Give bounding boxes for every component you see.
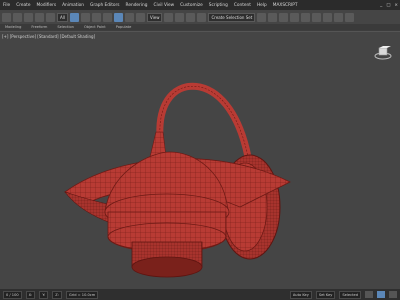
- tab-selection[interactable]: Selection: [52, 25, 79, 29]
- tab-freeform[interactable]: Freeform: [26, 25, 52, 29]
- snap-icon[interactable]: [175, 12, 185, 22]
- menu-create[interactable]: Create: [13, 3, 33, 8]
- menu-modifiers[interactable]: Modifiers: [33, 3, 59, 8]
- material-editor-icon[interactable]: [312, 12, 322, 22]
- rotate-icon[interactable]: [124, 12, 134, 22]
- menu-graph-editors[interactable]: Graph Editors: [87, 3, 123, 8]
- scale-icon[interactable]: [135, 12, 145, 22]
- tab-modeling[interactable]: Modeling: [0, 25, 26, 29]
- lamp-model[interactable]: [0, 32, 400, 290]
- menu-rendering[interactable]: Rendering: [123, 3, 151, 8]
- x-coordinate-field[interactable]: X:: [25, 290, 36, 299]
- render-setup-icon[interactable]: [323, 12, 333, 22]
- menu-bar: File Create Modifiers Animation Graph Ed…: [0, 0, 400, 10]
- align-icon[interactable]: [268, 12, 278, 22]
- status-bar: 0 / 100 X: Y: Z: Grid = 10.0cm Auto Key …: [0, 289, 400, 300]
- tab-object-paint[interactable]: Object Paint: [79, 25, 111, 29]
- auto-key-button[interactable]: Auto Key: [289, 290, 312, 299]
- selection-filter-dropdown[interactable]: All: [57, 12, 68, 22]
- main-toolbar: All View Create Selection Set: [0, 10, 400, 24]
- close-button[interactable]: ×: [392, 3, 400, 8]
- key-filter-dropdown[interactable]: Selected: [339, 290, 361, 299]
- set-key-button[interactable]: Set Key: [315, 290, 336, 299]
- unlink-icon[interactable]: [35, 12, 44, 22]
- menu-scripting[interactable]: Scripting: [206, 3, 231, 8]
- menu-help[interactable]: Help: [254, 3, 270, 8]
- perspective-viewport[interactable]: [+] [Perspective] [Standard] [Default Sh…: [0, 31, 400, 290]
- frame-counter: 0 / 100: [3, 290, 22, 299]
- schematic-icon[interactable]: [301, 12, 311, 22]
- menu-customize[interactable]: Customize: [177, 3, 206, 8]
- redo-icon[interactable]: [13, 12, 22, 22]
- render-icon[interactable]: [345, 12, 355, 22]
- previous-frame-icon[interactable]: [365, 291, 373, 298]
- maximize-button[interactable]: □: [384, 3, 392, 8]
- angle-snap-icon[interactable]: [186, 12, 196, 22]
- move-icon[interactable]: [113, 12, 123, 22]
- y-coordinate-field[interactable]: Y:: [39, 290, 49, 299]
- next-frame-icon[interactable]: [389, 291, 397, 298]
- select-object-icon[interactable]: [69, 12, 79, 22]
- menu-civil-view[interactable]: Civil View: [150, 3, 177, 8]
- select-by-name-icon[interactable]: [80, 12, 90, 22]
- play-icon[interactable]: [377, 291, 385, 298]
- layer-icon[interactable]: [279, 12, 289, 22]
- link-icon[interactable]: [24, 12, 33, 22]
- render-frame-icon[interactable]: [334, 12, 344, 22]
- ribbon-tabs: Modeling Freeform Selection Object Paint…: [0, 24, 400, 30]
- percent-snap-icon[interactable]: [197, 12, 207, 22]
- reference-coordinate-dropdown[interactable]: View: [146, 12, 163, 22]
- bind-spacewarp-icon[interactable]: [46, 12, 55, 22]
- menu-content[interactable]: Content: [231, 3, 254, 8]
- selection-set-dropdown[interactable]: Create Selection Set: [208, 12, 256, 22]
- z-coordinate-field[interactable]: Z:: [52, 290, 62, 299]
- window-crossing-icon[interactable]: [102, 12, 112, 22]
- mirror-icon[interactable]: [257, 12, 267, 22]
- menu-maxscript[interactable]: MAXSCRIPT: [270, 3, 301, 8]
- menu-file[interactable]: File: [0, 3, 13, 8]
- pivot-icon[interactable]: [164, 12, 174, 22]
- menu-animation[interactable]: Animation: [59, 3, 87, 8]
- grid-readout: Grid = 10.0cm: [65, 290, 99, 299]
- rectangle-selection-icon[interactable]: [91, 12, 101, 22]
- tab-populate[interactable]: Populate: [111, 25, 137, 29]
- undo-icon[interactable]: [2, 12, 11, 22]
- curve-editor-icon[interactable]: [290, 12, 300, 22]
